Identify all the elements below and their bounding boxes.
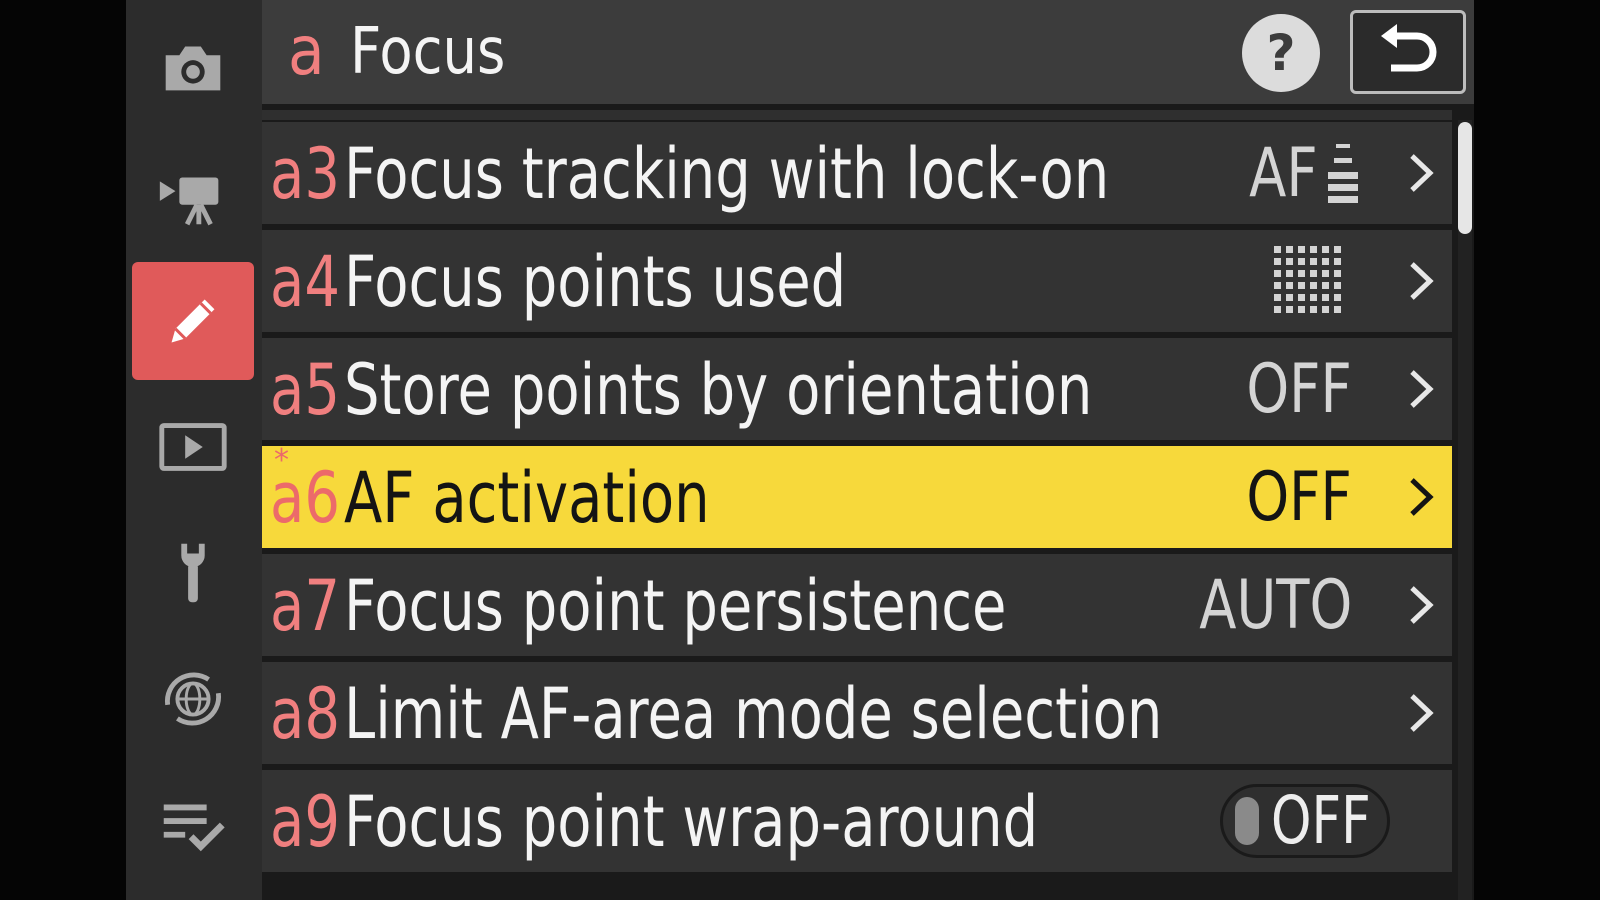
photo-shooting-menu-tab[interactable] <box>132 8 254 126</box>
chevron-right-icon <box>1410 262 1434 300</box>
toggle-state-label: OFF <box>1271 782 1371 859</box>
scrollbar[interactable] <box>1458 120 1472 900</box>
menu-group-letter: a <box>288 12 325 91</box>
lock-on-level-icon <box>1324 122 1360 224</box>
help-button[interactable]: ? <box>1242 14 1320 92</box>
menu-item-label: AF activation <box>344 457 710 539</box>
menu-item-a6[interactable]: * a6 AF activation OFF <box>262 446 1452 548</box>
chevron-right-icon <box>1410 694 1434 732</box>
chevron-right-icon <box>1410 370 1434 408</box>
playback-menu-tab[interactable] <box>132 388 254 506</box>
menu-item-value: OFF <box>1246 350 1352 429</box>
menu-item-code: a4 <box>270 241 340 323</box>
custom-settings-menu-tab[interactable] <box>132 262 254 380</box>
menu-sidebar <box>126 0 262 900</box>
list-divider <box>262 110 1452 120</box>
menu-item-code: a6 <box>270 457 340 539</box>
menu-item-value: AF <box>1249 134 1318 213</box>
menu-item-code: a7 <box>270 565 340 647</box>
menu-item-a3[interactable]: a3 Focus tracking with lock-on AF <box>262 122 1452 224</box>
menu-item-code: a3 <box>270 133 340 215</box>
menu-item-a4[interactable]: a4 Focus points used <box>262 230 1452 332</box>
focus-points-grid-icon <box>1274 230 1344 332</box>
menu-header: a Focus ? <box>262 0 1474 104</box>
toggle-knob <box>1235 797 1259 845</box>
menu-item-code: a8 <box>270 673 340 755</box>
menu-item-a7[interactable]: a7 Focus point persistence AUTO <box>262 554 1452 656</box>
menu-item-label: Store points by orientation <box>344 349 1093 431</box>
chevron-right-icon <box>1410 478 1434 516</box>
page-title: Focus <box>350 15 506 89</box>
wrench-icon <box>181 543 205 603</box>
my-menu-tab[interactable] <box>132 766 254 884</box>
pencil-icon <box>171 299 215 343</box>
setup-menu-tab[interactable] <box>132 514 254 632</box>
menu-item-code: a9 <box>270 781 340 863</box>
menu-item-a8[interactable]: a8 Limit AF-area mode selection <box>262 662 1452 764</box>
menu-item-value: OFF <box>1246 458 1352 537</box>
network-menu-tab[interactable] <box>132 640 254 758</box>
menu-item-label: Limit AF-area mode selection <box>344 673 1163 755</box>
playback-icon <box>159 423 227 471</box>
chevron-right-icon <box>1410 154 1434 192</box>
movie-recording-menu-tab[interactable] <box>132 136 254 254</box>
menu-item-a9[interactable]: a9 Focus point wrap-around OFF <box>262 770 1452 872</box>
menu-item-label: Focus tracking with lock-on <box>344 133 1110 215</box>
menu-item-label: Focus points used <box>344 241 847 323</box>
toggle-switch[interactable]: OFF <box>1220 782 1390 859</box>
scrollbar-thumb[interactable] <box>1458 122 1472 234</box>
network-globe-icon <box>164 672 222 726</box>
movie-camera-icon <box>159 177 219 226</box>
help-icon: ? <box>1266 24 1296 82</box>
menu-item-code: a5 <box>270 349 340 431</box>
menu-main-panel: a Focus ? a3 Focus tracking with lock-on A… <box>262 0 1474 900</box>
menu-item-value: AUTO <box>1198 566 1352 645</box>
my-menu-icon <box>163 804 225 852</box>
menu-item-label: Focus point persistence <box>344 565 1007 647</box>
camera-menu-screen: a Focus ? a3 Focus tracking with lock-on A… <box>0 0 1600 900</box>
return-arrow-icon <box>1381 24 1437 72</box>
menu-item-a5[interactable]: a5 Store points by orientation OFF <box>262 338 1452 440</box>
back-button[interactable] <box>1350 10 1466 94</box>
camera-icon <box>165 46 221 91</box>
chevron-right-icon <box>1410 586 1434 624</box>
menu-item-label: Focus point wrap-around <box>344 781 1039 863</box>
